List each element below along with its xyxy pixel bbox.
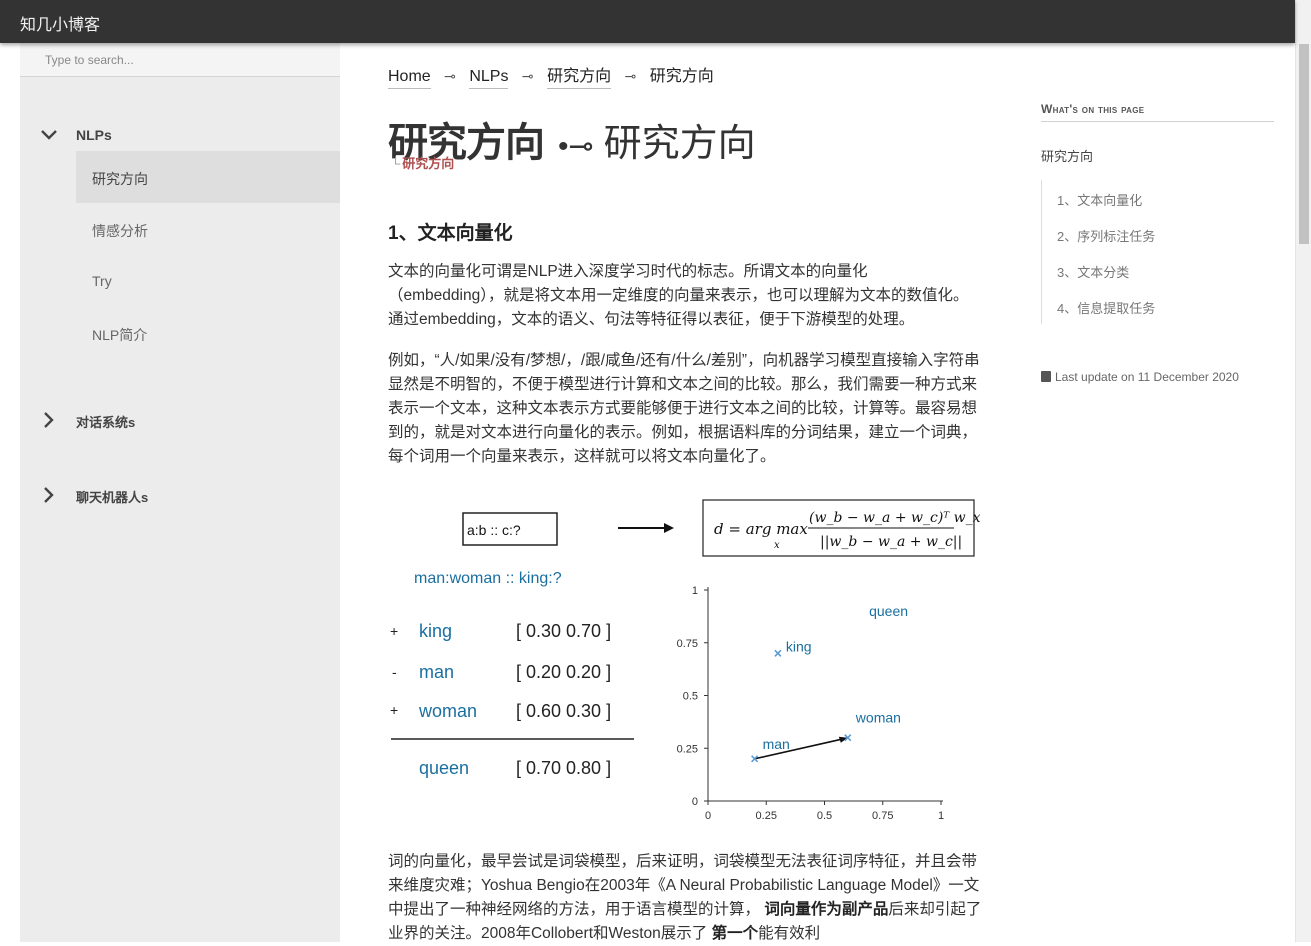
op-minus: - xyxy=(392,664,397,680)
vec-man: [ 0.20 0.20 ] xyxy=(516,662,611,682)
calendar-icon xyxy=(1041,371,1051,382)
point-label: queen xyxy=(869,603,908,619)
sidebar-item-label: NLP简介 xyxy=(92,327,148,343)
embedding-plot: 0 0.25 0.5 0.75 1 0 0.25 0.5 0.75 1 king man woman qu… xyxy=(677,585,944,822)
sidebar-section-dialog[interactable]: 对话系统s xyxy=(20,404,340,436)
point-label: woman xyxy=(855,710,901,726)
site-brand[interactable]: 知几小博客 xyxy=(20,11,100,35)
top-navbar: 知几小博客 xyxy=(0,0,1295,43)
y-tick-label: 0.25 xyxy=(677,743,698,755)
point-label: man xyxy=(763,736,790,752)
sidebar-item-label: 情感分析 xyxy=(92,223,148,239)
paragraph-2: 例如，“人/如果/没有/梦想/，/跟/咸鱼/还有/什么/差别”，向机器学习模型直… xyxy=(388,352,980,465)
point-label: king xyxy=(786,638,812,654)
vec-woman: [ 0.60 0.30 ] xyxy=(516,701,611,721)
x-tick-label: 0.5 xyxy=(817,810,832,822)
sidebar-section-label: 聊天机器人s xyxy=(76,490,149,505)
chevron-down-icon xyxy=(41,130,57,140)
word-queen: queen xyxy=(419,758,469,778)
breadcrumb-separator: ⊸ xyxy=(521,68,534,84)
chevron-right-icon xyxy=(44,487,54,503)
toc-list: 1、文本向量化 2、序列标注任务 3、文本分类 4、信息提取任务 xyxy=(1041,180,1274,324)
sidebar-item-label: 研究方向 xyxy=(92,171,148,187)
point-king xyxy=(774,649,782,657)
op-plus: + xyxy=(390,623,398,639)
x-tick-label: 0.75 xyxy=(872,810,893,822)
word-analogy-figure: a:b :: c:? d = arg max x (w_b − w_a + w_… xyxy=(390,499,981,822)
y-tick-label: 0.5 xyxy=(683,691,698,703)
search-box xyxy=(20,43,340,77)
sidebar-section-chatbot[interactable]: 聊天机器人s xyxy=(20,479,340,511)
search-input[interactable] xyxy=(20,43,340,77)
paragraph-1: 文本的向量化可谓是NLP进入深度学习时代的标志。所谓文本的向量化（embeddi… xyxy=(388,263,969,328)
sidebar: NLPs 研究方向 情感分析 Try NLP简介 对话系统s 聊天机器人s xyxy=(20,43,340,942)
toc-root-link[interactable]: 研究方向 xyxy=(1041,146,1093,165)
y-tick-label: 0 xyxy=(692,796,698,808)
breadcrumb-home[interactable]: Home xyxy=(388,68,431,89)
p3-bold: 第一个 xyxy=(711,925,759,942)
x-tick-label: 1 xyxy=(938,810,944,822)
last-update-text: Last update on 11 December 2020 xyxy=(1055,370,1239,384)
sidebar-section-nlps[interactable]: NLPs xyxy=(20,119,340,151)
vec-king: [ 0.30 0.70 ] xyxy=(516,621,611,641)
breadcrumb-yanjiu[interactable]: 研究方向 xyxy=(547,62,612,89)
toc-item[interactable]: 1、文本向量化 xyxy=(1057,190,1142,209)
toc-item[interactable]: 3、文本分类 xyxy=(1057,262,1129,281)
page-subtitle: └ 研究方向 xyxy=(391,153,454,172)
formula-denominator: ||w_b − w_a + w_c|| xyxy=(820,534,962,550)
last-update: Last update on 11 December 2020 xyxy=(1041,370,1239,384)
section-heading: 1、文本向量化 xyxy=(388,223,513,244)
sidebar-item-nlp-intro[interactable]: NLP简介 xyxy=(76,307,340,359)
breadcrumb-nlps[interactable]: NLPs xyxy=(469,68,509,89)
x-tick-label: 0 xyxy=(705,810,711,822)
title-separator-icon: •⊸ xyxy=(558,130,594,163)
subtitle-link[interactable]: 研究方向 xyxy=(402,156,454,171)
formula-numerator: (w_b − w_a + w_c)ᵀ w_x xyxy=(809,510,981,526)
page-title-secondary: 研究方向 xyxy=(603,123,756,165)
paragraph-3: 词的向量化，最早尝试是词袋模型，后来证明，词袋模型无法表征词序特征，并且会带来维… xyxy=(388,850,982,946)
word-man: man xyxy=(419,662,454,682)
y-tick-label: 1 xyxy=(692,585,698,597)
sidebar-section-label: NLPs xyxy=(76,127,112,143)
toc-item[interactable]: 2、序列标注任务 xyxy=(1057,226,1155,245)
formula-lhs: d = arg max xyxy=(714,520,808,538)
analogy-text: a:b :: c:? xyxy=(467,522,521,538)
sidebar-item-label: Try xyxy=(92,273,112,289)
sidebar-item-qinggan[interactable]: 情感分析 xyxy=(76,203,340,255)
vec-queen: [ 0.70 0.80 ] xyxy=(516,758,611,778)
formula-sub: x xyxy=(774,540,780,551)
breadcrumb-separator: ⊸ xyxy=(444,68,456,84)
breadcrumb: Home ⊸ NLPs ⊸ 研究方向 ⊸ 研究方向 xyxy=(388,62,714,89)
breadcrumb-current: 研究方向 xyxy=(649,68,714,85)
sidebar-section-label: 对话系统s xyxy=(76,415,136,430)
word-woman: woman xyxy=(418,701,477,721)
p3-bold: 词向量作为副产品 xyxy=(764,901,889,918)
sidebar-item-yanjiu[interactable]: 研究方向 xyxy=(76,151,340,203)
scrollbar-thumb[interactable] xyxy=(1299,44,1309,244)
op-plus: + xyxy=(390,702,398,718)
toc-item[interactable]: 4、信息提取任务 xyxy=(1057,298,1155,317)
x-tick-label: 0.25 xyxy=(756,810,777,822)
vertical-scrollbar[interactable] xyxy=(1295,0,1311,942)
subtitle-prefix: └ xyxy=(391,156,401,171)
arrow-head-icon xyxy=(664,523,674,533)
p3-text: 能有效利 xyxy=(758,925,821,942)
word-king: king xyxy=(419,621,452,641)
chevron-right-icon xyxy=(44,412,54,428)
analogy-question: man:woman :: king:? xyxy=(414,570,562,587)
sidebar-item-try[interactable]: Try xyxy=(76,255,340,307)
breadcrumb-separator: ⊸ xyxy=(624,68,637,84)
toc-heading: What's on this page xyxy=(1041,102,1274,122)
y-tick-label: 0.75 xyxy=(677,638,698,650)
